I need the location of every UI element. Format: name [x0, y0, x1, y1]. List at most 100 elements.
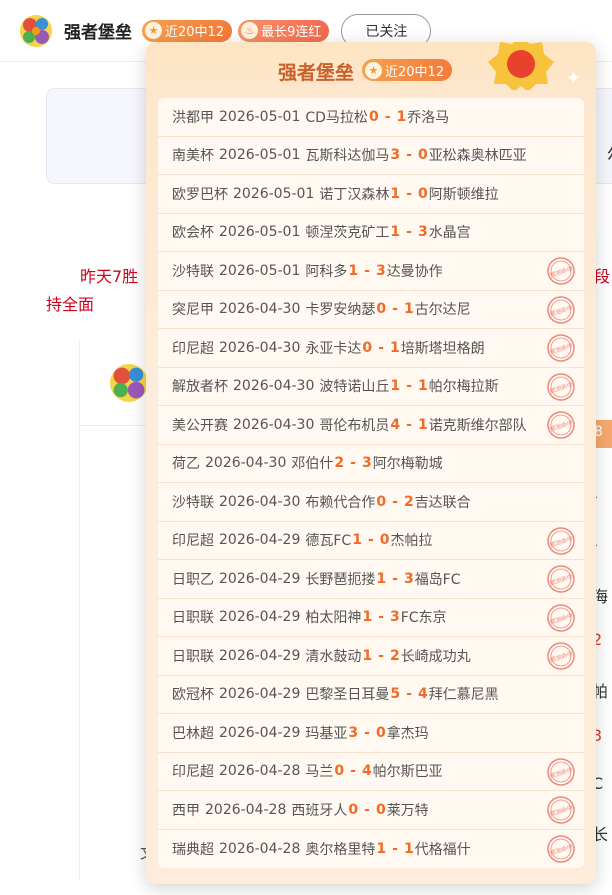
match-away-score: 1 — [396, 108, 407, 125]
match-date: 2026-05-01 — [219, 108, 301, 125]
score-separator: - — [350, 455, 356, 472]
match-row[interactable]: 日职联 2026-04-29 清水鼓动 1-2 长崎成功丸 预测命中 — [158, 637, 584, 676]
match-home-team: 波特诺山丘 — [319, 379, 390, 396]
match-away-score: 3 — [403, 570, 414, 587]
match-away-team: 达曼协作 — [386, 263, 443, 280]
match-date: 2026-05-01 — [219, 147, 301, 164]
match-away-score: 1 — [389, 339, 400, 356]
match-row[interactable]: 印尼超 2026-04-28 马兰 0-4 帕尔斯巴亚 预测命中 — [158, 753, 584, 791]
match-away-team: 吉达联合 — [414, 494, 471, 511]
match-row[interactable]: 沙特联 2026-04-30 布赖代合作 0-2 吉达联合 — [158, 483, 584, 522]
match-away-score: 0 — [375, 801, 386, 818]
match-away-score: 4 — [361, 763, 372, 780]
match-row[interactable]: 南美杯 2026-05-01 瓦斯科达伽马 3-0 亚松森奥林匹亚 — [158, 137, 584, 175]
match-away-team: 福岛FC — [414, 571, 461, 588]
hit-rate-badge: ★ 近20中12 — [142, 19, 233, 42]
match-home-score: 3 — [348, 724, 359, 741]
match-date: 2026-04-30 — [233, 378, 315, 395]
match-date: 2026-04-30 — [219, 493, 301, 510]
match-row[interactable]: 沙特联 2026-05-01 阿科多 1-3 达曼协作 预测命中 — [158, 252, 584, 291]
match-home-team: 马兰 — [305, 764, 334, 781]
match-league: 日职乙 — [172, 571, 214, 588]
match-row[interactable]: 西甲 2026-04-28 西班牙人 0-0 莱万特 预测命中 — [158, 791, 584, 830]
score-separator: - — [406, 378, 412, 395]
match-row[interactable]: 解放者杯 2026-04-30 波特诺山丘 1-1 帕尔梅拉斯 预测命中 — [158, 368, 584, 406]
match-date: 2026-04-28 — [205, 801, 287, 818]
match-away-team: 长崎成功丸 — [400, 648, 471, 665]
match-league: 沙特联 — [172, 263, 214, 280]
hit-rate-text: 近20中12 — [165, 25, 225, 40]
divider — [79, 340, 80, 880]
match-league: 突尼甲 — [172, 302, 214, 319]
match-list: 洪都甲 2026-05-01 CD马拉松 0-1 乔洛马 南美杯 2026-05-01 瓦斯科… — [158, 98, 584, 868]
match-date: 2026-04-28 — [219, 840, 301, 857]
stamp-text: 预测命中 — [549, 380, 574, 395]
match-row[interactable]: 日职联 2026-04-29 柏太阳神 1-3 FC东京 预测命中 — [158, 599, 584, 637]
stamp-text: 预测命中 — [549, 534, 574, 549]
score-separator: - — [364, 262, 370, 279]
stamp-text: 预测命中 — [549, 303, 574, 318]
match-away-team: 培斯塔坦格朗 — [400, 340, 485, 357]
match-row[interactable]: 瑞典超 2026-04-28 奥尔格里特 1-1 代格福什 预测命中 — [158, 830, 584, 869]
match-row[interactable]: 欧会杯 2026-05-01 顿涅茨克矿工 1-3 水晶宫 — [158, 214, 584, 252]
match-home-team: 清水鼓动 — [305, 648, 362, 665]
match-home-score: 2 — [334, 455, 345, 472]
match-away-team: 乔洛马 — [407, 109, 450, 126]
popup-title: 强者堡垒 — [278, 62, 355, 84]
match-home-team: 西班牙人 — [291, 802, 348, 819]
score-separator: - — [406, 686, 412, 703]
match-league: 解放者杯 — [172, 379, 228, 396]
match-row[interactable]: 巴林超 2026-04-29 玛基亚 3-0 拿杰玛 — [158, 714, 584, 753]
score-separator: - — [378, 339, 384, 356]
score-separator: - — [406, 185, 412, 202]
match-away-team: 杰帕拉 — [390, 533, 433, 550]
medal-icon — [488, 42, 554, 90]
match-home-team: CD马拉松 — [305, 109, 368, 126]
match-away-team: 莱万特 — [386, 802, 429, 819]
match-date: 2026-04-29 — [219, 724, 301, 741]
match-home-team: 巴黎圣日耳曼 — [305, 687, 390, 704]
prediction-hit-stamp-icon: 预测命中 — [547, 295, 575, 324]
score-separator: - — [364, 724, 370, 741]
match-league: 南美杯 — [172, 148, 214, 165]
match-home-team: 阿科多 — [305, 263, 348, 280]
avatar[interactable] — [110, 364, 148, 402]
match-home-team: 顿涅茨克矿工 — [305, 225, 390, 242]
match-home-score: 1 — [390, 378, 401, 395]
match-home-score: 0 — [362, 339, 373, 356]
prediction-hit-stamp-icon: 预测命中 — [547, 642, 575, 670]
match-row[interactable]: 欧冠杯 2026-04-29 巴黎圣日耳曼 5-4 拜仁慕尼黑 — [158, 676, 584, 714]
star-icon: ★ — [365, 61, 382, 79]
match-row[interactable]: 突尼甲 2026-04-30 卡罗安纳瑟 0-1 古尔达尼 预测命中 — [158, 291, 584, 329]
match-row[interactable]: 洪都甲 2026-05-01 CD马拉松 0-1 乔洛马 — [158, 98, 584, 137]
match-home-team: 瓦斯科达伽马 — [305, 148, 390, 165]
user-name: 强者堡垒 — [64, 23, 132, 43]
prediction-hit-stamp-icon: 预测命中 — [547, 565, 575, 593]
match-away-score: 0 — [417, 147, 428, 164]
match-row[interactable]: 欧罗巴杯 2026-05-01 诺丁汉森林 1-0 阿斯顿维拉 — [158, 175, 584, 214]
score-separator: - — [392, 493, 398, 510]
match-home-team: 长野琶扼搂 — [305, 571, 376, 588]
match-home-score: 1 — [362, 609, 373, 626]
match-row[interactable]: 印尼超 2026-04-29 德瓦FC 1-0 杰帕拉 预测命中 — [158, 522, 584, 560]
score-separator: - — [406, 416, 412, 433]
match-away-team: FC东京 — [400, 610, 447, 627]
background-text-line2: 持全面 — [46, 295, 95, 314]
match-league: 印尼超 — [172, 533, 214, 550]
score-separator: - — [350, 763, 356, 780]
match-home-score: 1 — [390, 224, 401, 241]
match-away-score: 2 — [389, 647, 400, 664]
match-home-team: 卡罗安纳瑟 — [305, 302, 376, 319]
prediction-hit-stamp-icon: 预测命中 — [547, 526, 575, 555]
match-home-score: 0 — [334, 763, 345, 780]
avatar[interactable] — [20, 14, 52, 47]
match-row[interactable]: 荷乙 2026-04-30 邓伯什 2-3 阿尔梅勒城 — [158, 445, 584, 483]
match-league: 瑞典超 — [172, 841, 214, 858]
match-row[interactable]: 印尼超 2026-04-30 永亚卡达 0-1 培斯塔坦格朗 预测命中 — [158, 329, 584, 368]
prediction-hit-stamp-icon: 预测命中 — [547, 757, 575, 786]
match-league: 日职联 — [172, 648, 214, 665]
match-row[interactable]: 美公开赛 2026-04-30 哥伦布机员 4-1 诺克斯维尔部队 预测命中 — [158, 406, 584, 445]
match-row[interactable]: 日职乙 2026-04-29 长野琶扼搂 1-3 福岛FC 预测命中 — [158, 560, 584, 599]
match-home-team: 永亚卡达 — [305, 340, 362, 357]
match-away-team: 古尔达尼 — [414, 302, 471, 319]
